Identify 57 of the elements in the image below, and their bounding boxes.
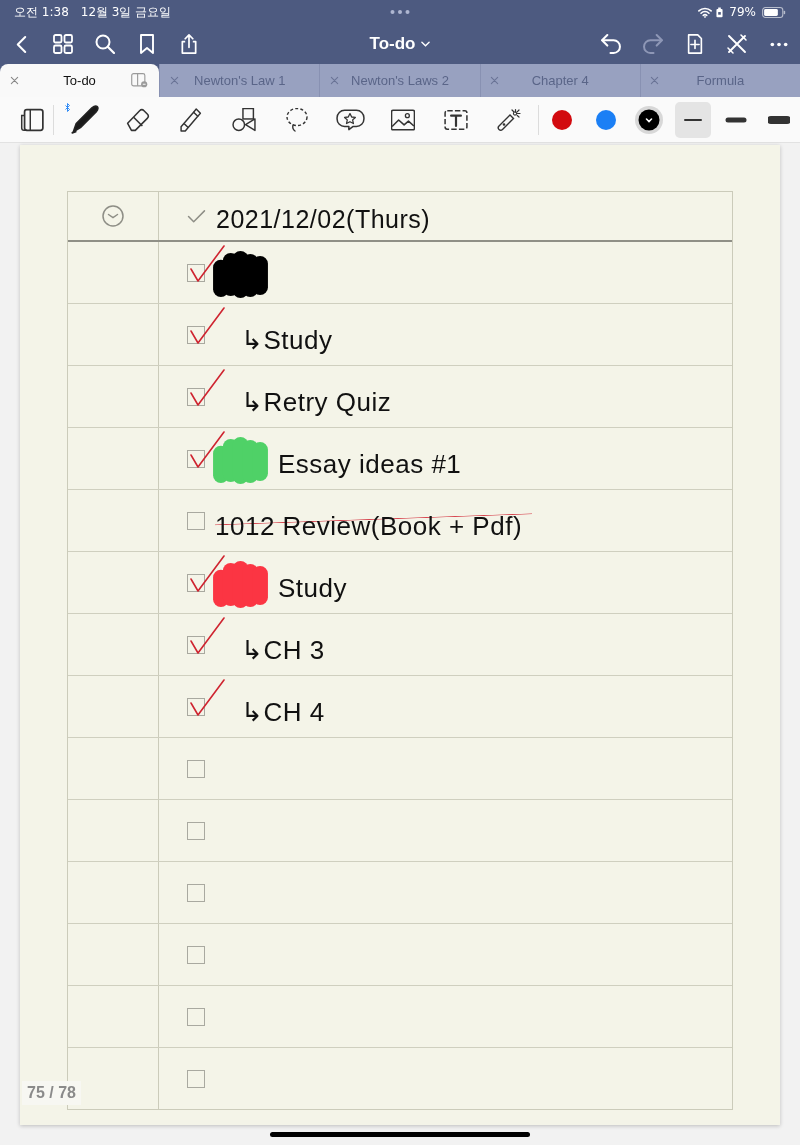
handwritten-task: ↳CH 4 — [241, 697, 325, 728]
star-bubble-icon — [335, 108, 365, 131]
redo-icon — [643, 34, 663, 54]
chevron-left-icon — [14, 34, 28, 54]
share-icon — [179, 34, 199, 54]
document-tab[interactable]: Chapter 4 — [479, 64, 640, 97]
stroke-width-icon — [767, 114, 790, 125]
handwritten-task: 1012 Review(Book + Pdf) — [215, 511, 533, 542]
more-icon — [769, 41, 789, 47]
check-icon — [187, 208, 206, 224]
document-tab[interactable]: Formula — [639, 64, 800, 97]
battery-percent: 79% — [729, 5, 756, 19]
shapes-icon — [232, 107, 257, 132]
check-mark-icon — [188, 677, 226, 718]
close-icon[interactable] — [9, 76, 19, 85]
battery-lock-icon — [716, 6, 724, 18]
stroke-width-button[interactable] — [674, 101, 711, 138]
laser-pointer-icon — [497, 107, 522, 132]
clock-icon — [102, 205, 124, 227]
lasso-icon — [285, 107, 310, 132]
handwritten-task: ↳Study — [241, 325, 333, 356]
image-icon — [391, 107, 416, 132]
document-title[interactable]: To-do — [363, 30, 437, 58]
eraser-icon — [126, 107, 151, 132]
pen-icon — [71, 105, 100, 134]
status-date: 12월 3일 금요일 — [80, 5, 172, 19]
more-dots-icon[interactable] — [390, 9, 410, 15]
sidebar-icon — [20, 107, 45, 132]
search-icon — [95, 34, 115, 54]
undo-icon — [601, 34, 621, 54]
handwritten-date: 2021/12/02(Thurs) — [216, 204, 431, 234]
document-tab[interactable]: Newton's Law 1 — [159, 64, 320, 97]
check-mark-icon — [188, 367, 226, 408]
page-indicator: 75 / 78 — [22, 1081, 81, 1105]
highlighter-icon — [179, 107, 204, 132]
handwritten-task: ↳Retry Quiz — [241, 387, 392, 418]
document-tab[interactable]: To-do — [0, 64, 160, 97]
check-mark-icon — [188, 553, 226, 594]
bluetooth-icon — [64, 102, 70, 112]
text-box-icon — [444, 107, 469, 132]
check-mark-icon — [188, 305, 226, 346]
check-mark-icon — [188, 243, 226, 284]
bookmark-icon — [137, 34, 157, 54]
check-mark-icon — [188, 429, 226, 470]
grid-icon — [53, 34, 73, 54]
status-time: 오전 1:38 — [14, 5, 69, 19]
handwritten-task: ↳CH 3 — [241, 635, 325, 666]
handwritten-task: Study — [278, 573, 347, 604]
check-mark-icon — [188, 615, 226, 656]
split-view-icon[interactable] — [131, 73, 149, 88]
chevron-down-icon — [421, 41, 431, 47]
handwritten-task: Essay ideas #1 — [278, 449, 462, 480]
battery-icon — [762, 6, 786, 18]
document-tab[interactable]: Newton's Laws 2 — [319, 64, 480, 97]
crossed-lines-icon — [727, 34, 747, 54]
wifi-icon — [698, 6, 713, 18]
add-page-icon — [685, 34, 705, 54]
